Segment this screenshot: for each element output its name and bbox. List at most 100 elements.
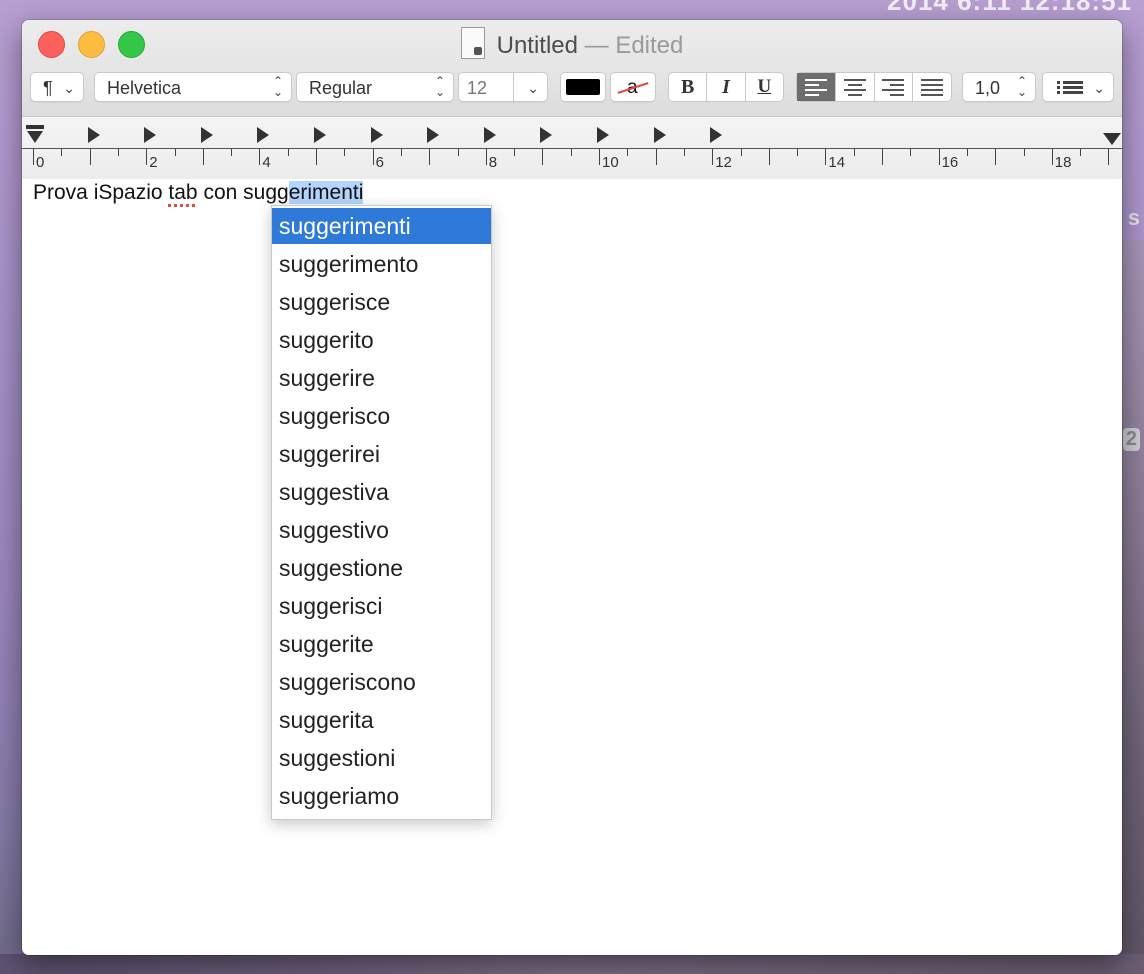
ruler-tick (89, 148, 91, 165)
tab-stop-marker[interactable] (540, 127, 553, 143)
ruler-tick (457, 148, 459, 156)
suggestion-item[interactable]: suggerisce (272, 284, 491, 320)
align-center-button[interactable] (836, 73, 875, 101)
ruler-tick (485, 148, 487, 165)
line-spacing-popup[interactable]: 1,0 ⌃ ⌄ (962, 72, 1036, 102)
tab-stop-marker[interactable] (314, 127, 326, 143)
tab-stop-marker[interactable] (257, 127, 270, 143)
ruler-tick (1108, 148, 1110, 165)
suggestion-item[interactable]: suggeriamo (272, 778, 491, 814)
tab-stop-marker[interactable] (483, 127, 496, 143)
bold-button[interactable]: B (669, 73, 708, 101)
desktop-wallpaper-bottom (0, 954, 1144, 974)
list-bullets-popup[interactable]: ⌄ (1042, 72, 1114, 102)
font-size-combobox[interactable]: 12 ⌄ (458, 72, 548, 102)
suggestion-item[interactable]: suggerisci (272, 588, 491, 624)
tab-stop-marker[interactable] (144, 127, 157, 143)
suggestion-item[interactable]: suggerire (272, 360, 491, 396)
suggestion-item[interactable]: suggerimento (272, 246, 491, 282)
suggestion-item[interactable]: suggeriscono (272, 664, 491, 700)
misspelled-word[interactable]: tab (168, 181, 197, 204)
combobox-divider (513, 73, 514, 101)
ruler-number: 6 (375, 154, 384, 171)
suggestion-item[interactable]: suggestivo (272, 512, 491, 548)
document-icon[interactable] (460, 27, 485, 59)
ruler-baseline (22, 148, 1122, 149)
ruler-tick (287, 148, 289, 156)
text-color-swatch (566, 79, 600, 95)
ruler-number: 18 (1054, 154, 1072, 171)
tab-stop-marker[interactable] (597, 127, 609, 143)
ruler-number: 16 (941, 154, 959, 171)
paragraph-styles-popup[interactable]: ¶ ⌄ (30, 72, 84, 102)
menubar-clock: 2014 6:11 12:18:51 (887, 0, 1132, 16)
align-center-icon (843, 76, 866, 99)
ruler-tick (712, 148, 714, 165)
ruler-tick (259, 148, 261, 165)
suggestion-item[interactable]: suggerito (272, 322, 491, 358)
text-style-segments: B I U (668, 72, 784, 102)
ruler-tick (683, 148, 685, 156)
ruler-number: 10 (602, 154, 619, 171)
font-size-value[interactable]: 12 (467, 73, 487, 103)
tab-stop-marker[interactable] (653, 127, 666, 143)
text-run: con sugg (197, 181, 289, 204)
suggestion-item[interactable]: suggerisco (272, 398, 491, 434)
justify-button[interactable] (913, 73, 951, 101)
ruler-tick (174, 148, 176, 156)
ruler-tick (938, 148, 940, 165)
ruler-tick (995, 148, 997, 165)
suggestion-item[interactable]: suggerite (272, 626, 491, 662)
desktop-partial-badge: 2 (1122, 428, 1140, 451)
align-left-button[interactable] (797, 73, 836, 101)
suggestion-item[interactable]: suggestione (272, 550, 491, 586)
ruler-tick (400, 148, 402, 156)
ruler-tick (33, 148, 34, 165)
suggestion-item[interactable]: suggerimenti (272, 208, 491, 244)
ruler-tick (853, 148, 855, 156)
ruler-tick (882, 148, 883, 165)
desktop-partial-label: s (1127, 205, 1140, 230)
title-edited-status[interactable]: Edited (615, 32, 683, 59)
completion-suggestions-menu[interactable]: suggerimenti suggerimento suggerisce sugger… (271, 205, 492, 820)
italic-button[interactable]: I (707, 73, 746, 101)
chevron-down-icon: ⌄ (63, 80, 75, 96)
window-title: Untitled — Edited (22, 27, 1122, 60)
text-color-well[interactable] (560, 72, 606, 102)
document-text-area[interactable]: Prova iSpazio tab con suggerimenti (22, 179, 1122, 955)
align-right-button[interactable] (875, 73, 914, 101)
ruler-tick (570, 148, 572, 156)
document-line[interactable]: Prova iSpazio tab con suggerimenti (33, 181, 364, 205)
list-icon (1057, 79, 1083, 96)
suggestion-item[interactable]: suggerirei (272, 436, 491, 472)
suggestion-item[interactable]: suggestiva (272, 474, 491, 510)
font-style-popup[interactable]: Regular ⌃ ⌄ (296, 72, 454, 102)
right-margin-marker[interactable] (1103, 133, 1121, 145)
left-indent-marker[interactable] (27, 131, 43, 143)
suggestion-item[interactable]: suggestioni (272, 740, 491, 776)
tab-stop-marker[interactable] (87, 127, 100, 143)
suggestion-item[interactable]: suggerita (272, 702, 491, 738)
textedit-window: Untitled — Edited ¶ ⌄ Helvetica ⌃ ⌄ Regul… (22, 20, 1122, 955)
updown-arrows-icon: ⌃ ⌄ (434, 74, 445, 99)
tab-stop-marker[interactable] (427, 127, 440, 143)
tab-stop-marker[interactable] (710, 127, 723, 143)
first-line-indent-marker[interactable] (26, 125, 44, 129)
ruler-tick (1023, 148, 1025, 156)
selected-text[interactable]: erimenti (288, 181, 364, 204)
underline-button[interactable]: U (746, 73, 783, 101)
ruler-tick (627, 148, 629, 156)
title-text: Untitled (496, 32, 578, 59)
font-style-value: Regular (309, 78, 373, 98)
tab-stop-marker[interactable] (200, 127, 213, 143)
ruler[interactable]: 0 2 4 6 8 10 12 14 16 18 (22, 116, 1122, 180)
tab-stop-marker[interactable] (370, 127, 383, 143)
ruler-tick (231, 148, 233, 156)
ruler-tick (117, 148, 119, 156)
format-toolbar: ¶ ⌄ Helvetica ⌃⌄ Regular ⌃⌄ 12 ⌄ a (22, 72, 1122, 106)
ruler-tick (966, 148, 968, 156)
highlight-color-well[interactable]: a (610, 72, 656, 102)
chevron-down-icon[interactable]: ⌄ (527, 73, 539, 103)
ruler-tick (202, 148, 204, 165)
font-family-popup[interactable]: Helvetica ⌃ ⌄ (94, 72, 292, 102)
